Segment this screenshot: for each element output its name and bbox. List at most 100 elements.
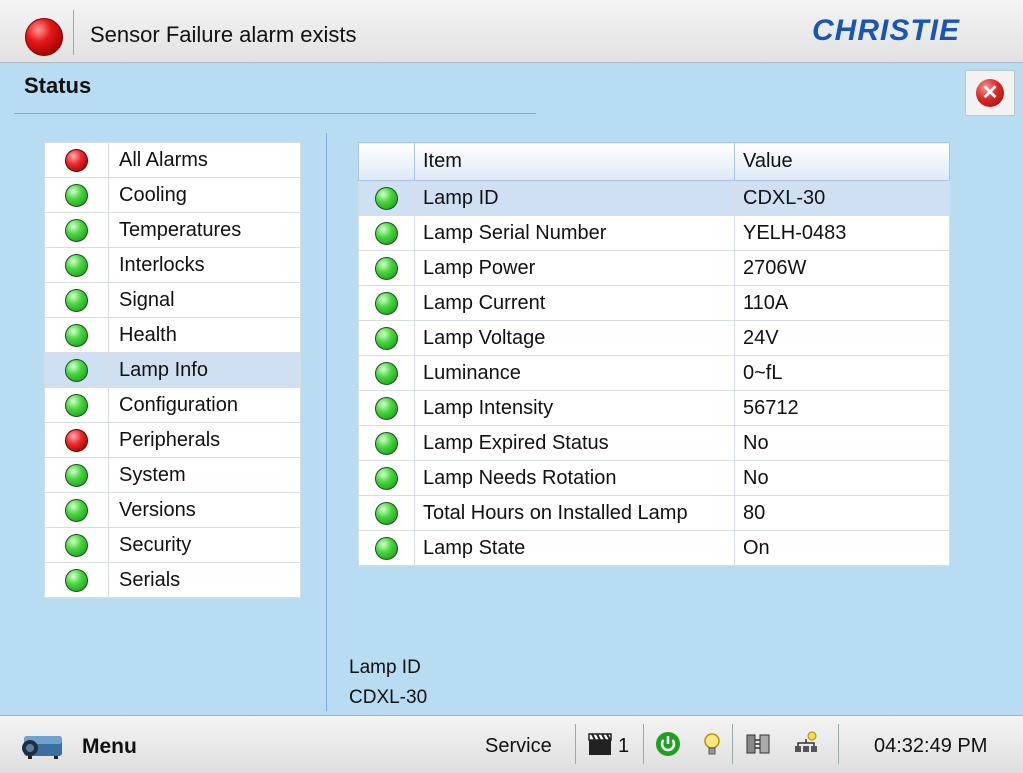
status-cell — [358, 425, 415, 461]
value-column-header[interactable]: Value — [734, 142, 950, 181]
status-green-icon — [65, 393, 88, 417]
status-cell — [44, 212, 109, 248]
category-item[interactable]: Security — [44, 527, 301, 563]
category-item[interactable]: Interlocks — [44, 247, 301, 283]
divider — [73, 10, 74, 55]
category-item[interactable]: All Alarms — [44, 142, 301, 178]
table-row[interactable]: Lamp Voltage 24V — [358, 320, 950, 356]
table-row[interactable]: Lamp Current 110A — [358, 285, 950, 321]
status-cell — [44, 247, 109, 283]
status-green-icon — [375, 466, 398, 490]
status-red-icon — [65, 428, 88, 452]
category-item[interactable]: System — [44, 457, 301, 493]
value-cell: 56712 — [734, 390, 950, 426]
divider — [732, 724, 733, 764]
value-cell: No — [734, 460, 950, 496]
title-underline — [14, 113, 536, 114]
status-cell — [44, 562, 109, 598]
status-cell — [44, 527, 109, 563]
status-green-icon — [375, 501, 398, 525]
status-cell — [358, 320, 415, 356]
status-cell — [358, 460, 415, 496]
close-button[interactable]: ✕ — [965, 70, 1015, 116]
item-column-header[interactable]: Item — [414, 142, 735, 181]
status-green-icon — [375, 291, 398, 315]
table-row[interactable]: Lamp Intensity 56712 — [358, 390, 950, 426]
category-label: System — [108, 457, 301, 493]
divider — [575, 724, 576, 764]
channel-number: 1 — [618, 735, 630, 757]
category-item[interactable]: Signal — [44, 282, 301, 318]
status-green-icon — [65, 498, 88, 522]
table-row[interactable]: Lamp Needs Rotation No — [358, 460, 950, 496]
projector-icon — [22, 736, 62, 759]
table-row[interactable]: Luminance 0~fL — [358, 355, 950, 391]
devices-icon[interactable] — [744, 730, 772, 758]
pane-divider — [326, 133, 327, 711]
status-green-icon — [65, 183, 88, 207]
lamp-info-table: Item Value Lamp ID CDXL-30 Lamp Serial Num… — [358, 142, 950, 566]
status-cell — [358, 180, 415, 216]
category-item[interactable]: Peripherals — [44, 422, 301, 458]
table-row[interactable]: Lamp ID CDXL-30 — [358, 180, 950, 216]
category-label: Temperatures — [108, 212, 301, 248]
table-row[interactable]: Lamp Expired Status No — [358, 425, 950, 461]
status-cell — [358, 355, 415, 391]
table-row[interactable]: Lamp Serial Number YELH-0483 — [358, 215, 950, 251]
category-label: Interlocks — [108, 247, 301, 283]
status-cell — [44, 142, 109, 178]
clock: 04:32:49 PM — [874, 735, 988, 757]
power-icon[interactable] — [654, 730, 682, 758]
clapperboard-icon[interactable] — [586, 730, 614, 758]
value-cell: 0~fL — [734, 355, 950, 391]
table-row[interactable]: Lamp State On — [358, 530, 950, 566]
category-item[interactable]: Cooling — [44, 177, 301, 213]
status-green-icon — [375, 361, 398, 385]
category-label: All Alarms — [108, 142, 301, 178]
item-cell: Lamp Voltage — [414, 320, 735, 356]
item-cell: Lamp ID — [414, 180, 735, 216]
status-green-icon — [65, 288, 88, 312]
status-green-icon — [65, 253, 88, 277]
status-cell — [358, 215, 415, 251]
status-green-icon — [375, 256, 398, 280]
network-lamp-icon[interactable] — [792, 730, 820, 758]
category-item[interactable]: Temperatures — [44, 212, 301, 248]
status-cell — [44, 177, 109, 213]
value-cell: 2706W — [734, 250, 950, 286]
category-item[interactable]: Serials — [44, 562, 301, 598]
status-red-icon — [65, 148, 88, 172]
menu-button[interactable]: Menu — [18, 726, 168, 766]
status-cell — [358, 390, 415, 426]
category-item[interactable]: Health — [44, 317, 301, 353]
category-label: Health — [108, 317, 301, 353]
item-cell: Lamp State — [414, 530, 735, 566]
category-item[interactable]: Configuration — [44, 387, 301, 423]
category-item[interactable]: Lamp Info — [44, 352, 301, 388]
table-row[interactable]: Total Hours on Installed Lamp 80 — [358, 495, 950, 531]
table-row[interactable]: Lamp Power 2706W — [358, 250, 950, 286]
category-list: All Alarms Cooling Temperatures Interlocks S… — [44, 142, 301, 598]
bottom-toolbar: Menu Service 1 04:32:49 PM — [0, 715, 1023, 773]
status-green-icon — [65, 533, 88, 557]
status-cell — [44, 422, 109, 458]
table-header-row: Item Value — [358, 142, 950, 181]
close-icon: ✕ — [976, 79, 1004, 107]
category-label: Configuration — [108, 387, 301, 423]
status-cell — [44, 282, 109, 318]
status-cell — [44, 492, 109, 528]
value-cell: 110A — [734, 285, 950, 321]
detail-value: CDXL-30 — [349, 687, 428, 708]
item-cell: Lamp Current — [414, 285, 735, 321]
status-green-icon — [375, 186, 398, 210]
alarm-status-icon[interactable] — [25, 18, 63, 56]
item-cell: Lamp Needs Rotation — [414, 460, 735, 496]
lamp-bulb-icon[interactable] — [698, 730, 726, 758]
category-item[interactable]: Versions — [44, 492, 301, 528]
status-cell — [358, 250, 415, 286]
status-green-icon — [375, 396, 398, 420]
status-cell — [44, 352, 109, 388]
divider — [838, 724, 839, 764]
status-cell — [44, 387, 109, 423]
item-cell: Total Hours on Installed Lamp — [414, 495, 735, 531]
